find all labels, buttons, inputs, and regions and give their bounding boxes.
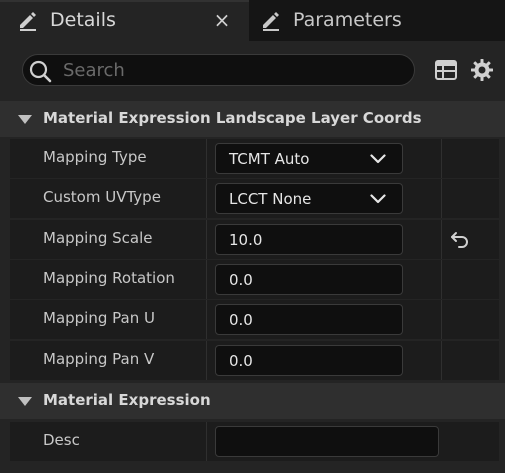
property-row-mapping-scale: Mapping Scale [10, 220, 499, 259]
pencil-icon [263, 12, 279, 31]
dropdown-value: TCMT Auto [229, 150, 310, 168]
details-panel: Material Expression Landscape Layer Coor… [0, 41, 505, 473]
property-row-mapping-pan-v: Mapping Pan V [10, 341, 499, 380]
mapping-pan-u-input[interactable] [229, 310, 389, 330]
column-divider [441, 220, 442, 259]
section-title: Material Expression Landscape Layer Coor… [43, 109, 422, 127]
desc-field[interactable] [215, 426, 439, 457]
tab-details-label: Details [50, 9, 116, 31]
property-label: Desc [43, 431, 80, 449]
mapping-pan-v-field[interactable] [215, 345, 403, 376]
search-icon [29, 60, 52, 83]
mapping-scale-input[interactable] [229, 230, 389, 250]
collapse-arrow-icon [18, 397, 32, 406]
property-row-custom-uvtype: Custom UVType LCCT None [10, 179, 499, 218]
column-divider [441, 260, 442, 299]
property-row-mapping-pan-u: Mapping Pan U [10, 300, 499, 339]
column-divider [206, 139, 207, 178]
table-icon[interactable] [434, 58, 458, 82]
search-input[interactable] [63, 58, 403, 82]
mapping-pan-v-input[interactable] [229, 351, 389, 371]
custom-uvtype-dropdown[interactable]: LCCT None [215, 183, 403, 214]
search-box[interactable] [22, 54, 415, 86]
property-label: Mapping Type [43, 148, 147, 166]
dropdown-value: LCCT None [229, 190, 312, 208]
property-row-mapping-rotation: Mapping Rotation [10, 260, 499, 299]
column-divider [441, 139, 442, 178]
collapse-arrow-icon [18, 115, 32, 124]
reset-to-default-icon[interactable] [450, 230, 470, 248]
column-divider [206, 341, 207, 380]
desc-input[interactable] [229, 432, 389, 452]
column-divider [441, 300, 442, 339]
tab-parameters-label: Parameters [293, 9, 402, 31]
property-label: Mapping Scale [43, 229, 153, 247]
mapping-rotation-field[interactable] [215, 264, 403, 295]
pencil-icon [20, 12, 36, 31]
column-divider [206, 422, 207, 461]
column-divider [206, 220, 207, 259]
tab-details[interactable]: Details × [0, 0, 249, 41]
column-divider [206, 260, 207, 299]
gear-icon[interactable] [470, 58, 494, 82]
chevron-down-icon [370, 194, 386, 204]
tab-bar: Details × Parameters [0, 0, 505, 41]
chevron-down-icon [370, 154, 386, 164]
mapping-rotation-input[interactable] [229, 270, 389, 290]
mapping-scale-field[interactable] [215, 224, 403, 255]
property-label: Mapping Rotation [43, 269, 175, 287]
tab-parameters[interactable]: Parameters [253, 0, 505, 41]
column-divider [206, 179, 207, 218]
property-row-mapping-type: Mapping Type TCMT Auto [10, 139, 499, 178]
property-label: Mapping Pan V [43, 350, 155, 368]
property-label: Mapping Pan U [43, 309, 155, 327]
column-divider [206, 300, 207, 339]
property-label: Custom UVType [43, 188, 161, 206]
column-divider [441, 341, 442, 380]
property-row-desc: Desc [10, 422, 499, 461]
section-header-material-expression[interactable]: Material Expression [0, 383, 505, 419]
column-divider [441, 179, 442, 218]
section-header-landscape-layer-coords[interactable]: Material Expression Landscape Layer Coor… [0, 101, 505, 137]
mapping-pan-u-field[interactable] [215, 304, 403, 335]
mapping-type-dropdown[interactable]: TCMT Auto [215, 143, 403, 174]
section-title: Material Expression [43, 391, 211, 409]
close-icon[interactable]: × [213, 9, 231, 31]
